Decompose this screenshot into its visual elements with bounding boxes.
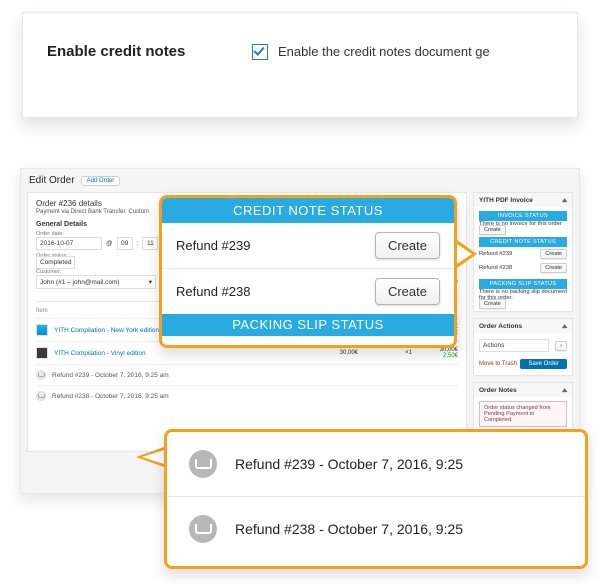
yith-pdf-invoice-title: YITH PDF Invoice <box>479 197 533 204</box>
packing-slip-status-band: PACKING SLIP STATUS <box>479 279 567 289</box>
order-actions-box: Order Actions ▴ Actions › Move to Trash … <box>473 318 573 376</box>
order-status-select[interactable]: Completed <box>36 256 75 269</box>
credit-note-create-button[interactable]: Create <box>540 249 567 259</box>
refund-list-callout: Refund #239 - October 7, 2016, 9:25 Refu… <box>164 429 588 569</box>
refund-row: Refund #239 - October 7, 2016, 9:25 am <box>36 364 458 385</box>
refund-icon <box>189 450 217 478</box>
credit-note-label: Refund #238 <box>479 265 512 271</box>
line-item-qty: ×1 <box>364 350 412 356</box>
customer-value: John (#1 – john@mail.com) <box>40 279 120 286</box>
order-hour-input[interactable]: 09 <box>117 237 133 250</box>
refund-row-label: Refund #238 - October 7, 2016, 9:25 am <box>52 393 458 400</box>
line-item-price: 30,00€ <box>310 350 358 356</box>
order-date-input[interactable]: 2016-10-07 <box>36 237 102 250</box>
credit-note-callout-row: Refund #239 Create <box>162 223 454 269</box>
refund-icon <box>36 391 46 401</box>
order-actions-select[interactable]: Actions <box>479 339 549 352</box>
credit-note-callout-row: Refund #238 Create <box>162 269 454 314</box>
order-actions-title: Order Actions <box>479 323 522 330</box>
credit-note-row: Refund #239 Create <box>479 247 567 261</box>
refund-row: Refund #238 - October 7, 2016, 9:25 am <box>36 385 458 406</box>
credit-note-create-button[interactable]: Create <box>540 263 567 273</box>
packing-slip-status-heading: PACKING SLIP STATUS <box>162 314 454 336</box>
refund-list-row: Refund #239 - October 7, 2016, 9:25 <box>167 432 585 497</box>
chevron-up-icon[interactable]: ▴ <box>563 386 568 394</box>
chevron-up-icon[interactable]: ▴ <box>563 196 568 204</box>
credit-note-status-callout: CREDIT NOTE STATUS Refund #239 Create Re… <box>159 195 457 348</box>
line-item-name[interactable]: YITH Compilation - Vinyl edition <box>54 350 304 357</box>
credit-note-status-heading: CREDIT NOTE STATUS <box>162 198 454 223</box>
credit-note-callout-label: Refund #239 <box>176 238 250 253</box>
refund-list-row: Refund #238 - October 7, 2016, 9:25 <box>167 497 585 561</box>
customer-select[interactable]: John (#1 – john@mail.com) ▾ <box>36 275 156 289</box>
chevron-down-icon: ▾ <box>149 278 152 286</box>
yith-pdf-invoice-box: YITH PDF Invoice ▴ INVOICE STATUS There … <box>473 192 573 312</box>
enable-credit-notes-label: Enable credit notes <box>47 43 252 60</box>
order-note: Order status changed from Pending Paymen… <box>479 401 567 427</box>
product-thumb-icon <box>36 324 48 336</box>
refund-icon <box>189 515 217 543</box>
chevron-up-icon[interactable]: ▴ <box>563 322 568 330</box>
credit-note-status-band: CREDIT NOTE STATUS <box>479 237 567 247</box>
move-to-trash-link[interactable]: Move to Trash <box>479 361 517 367</box>
invoice-status-band: INVOICE STATUS <box>479 211 567 221</box>
invoice-create-button[interactable]: Create <box>479 225 506 235</box>
page-title: Edit Order <box>29 175 75 186</box>
packing-slip-create-button[interactable]: Create <box>479 299 506 309</box>
callout-pointer-icon <box>457 240 477 268</box>
enable-credit-notes-checkbox[interactable] <box>252 44 268 60</box>
line-item-discount: 2,50€ <box>418 353 458 359</box>
refund-row-label: Refund #239 - October 7, 2016, 9:25 am <box>52 372 458 379</box>
refund-list-text: Refund #238 - October 7, 2016, 9:25 <box>235 521 463 537</box>
enable-credit-notes-description: Enable the credit notes document ge <box>278 44 490 59</box>
credit-note-callout-label: Refund #238 <box>176 284 250 299</box>
order-sidebar: YITH PDF Invoice ▴ INVOICE STATUS There … <box>473 192 573 452</box>
credit-note-row: Refund #238 Create <box>479 261 567 275</box>
enable-credit-notes-card: Enable credit notes Enable the credit no… <box>22 12 578 118</box>
credit-note-create-button[interactable]: Create <box>375 278 440 305</box>
add-order-button[interactable]: Add Order <box>81 176 121 186</box>
credit-note-create-button[interactable]: Create <box>375 232 440 259</box>
apply-action-button[interactable]: › <box>555 341 567 351</box>
refund-list-text: Refund #239 - October 7, 2016, 9:25 <box>235 456 463 472</box>
callout-pointer-icon <box>136 447 164 467</box>
order-notes-title: Order Notes <box>479 387 517 394</box>
order-minute-input[interactable]: 11 <box>142 237 158 250</box>
save-order-button[interactable]: Save Order <box>520 359 567 369</box>
refund-icon <box>36 370 46 380</box>
product-thumb-icon <box>36 347 48 359</box>
credit-note-label: Refund #239 <box>479 251 512 257</box>
